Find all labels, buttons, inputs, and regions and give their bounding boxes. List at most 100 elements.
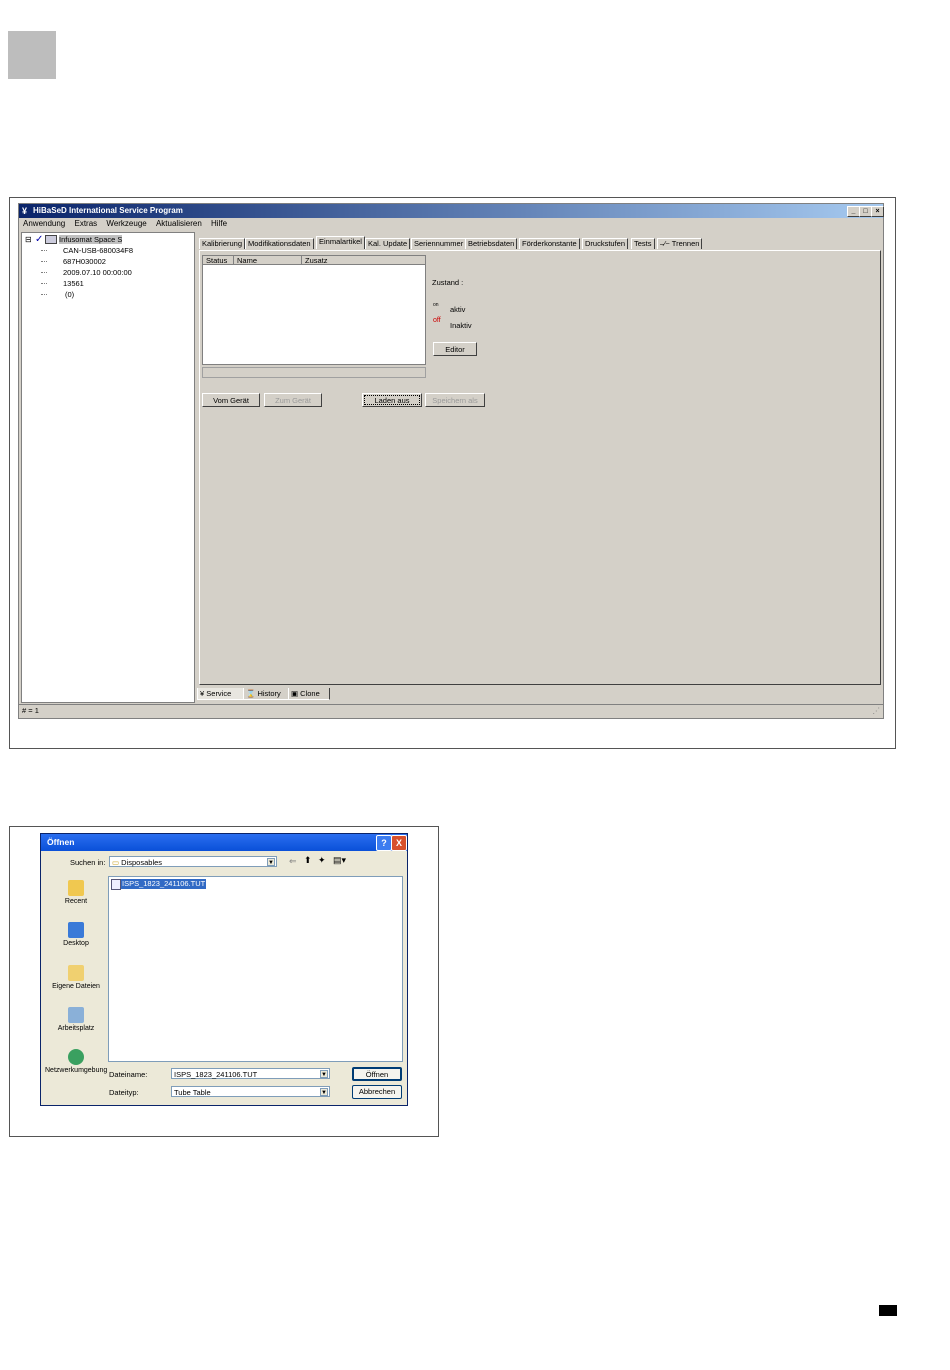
inaktiv-label: Inaktiv (450, 321, 472, 330)
tab-history-label: History (257, 689, 281, 698)
desktop-icon (68, 922, 84, 938)
chevron-down-icon[interactable]: ▼ (267, 858, 275, 866)
cancel-button[interactable]: Abbrechen (352, 1085, 402, 1099)
tree-item-interface[interactable]: CAN-USB-680034F8 (63, 246, 133, 255)
aktiv-label: aktiv (450, 305, 466, 314)
vom-geraet-button[interactable]: Vom Gerät (202, 393, 260, 407)
filetype-chevron-down-icon[interactable]: ▼ (320, 1088, 328, 1096)
off-marker: off (433, 317, 441, 324)
menu-aktualisieren[interactable]: Aktualisieren (156, 219, 202, 228)
view-menu-icon[interactable]: ▤▾ (333, 855, 346, 866)
up-folder-icon[interactable]: ⬆ (304, 855, 312, 866)
service-program-window: ¥ HiBaSeD International Service Program … (18, 203, 884, 719)
tab-modifikationsdaten[interactable]: Modifikationsdaten (245, 238, 314, 249)
history-icon: ⌛ (246, 689, 258, 698)
tab-service[interactable]: ¥ Service (197, 688, 245, 700)
menu-anwendung[interactable]: Anwendung (23, 219, 65, 228)
dialog-titlebar: Öffnen ? X (41, 834, 407, 851)
device-tree[interactable]: ⊟ ✓ Infusomat Space S CAN-USB-680034F8 6… (21, 232, 195, 703)
tree-root[interactable]: Infusomat Space S (59, 235, 123, 244)
file-item[interactable]: ISPS_1823_241106.TUT (121, 879, 207, 889)
corner-marker (8, 31, 56, 79)
tab-clone[interactable]: ▣ Clone (288, 688, 330, 700)
col-zusatz[interactable]: Zusatz (302, 256, 425, 265)
tab-druckstufen[interactable]: Druckstufen (582, 238, 629, 249)
new-folder-icon[interactable]: ✦ (318, 855, 326, 866)
place-desktop-label: Desktop (63, 940, 89, 947)
dialog-title: Öffnen (47, 837, 75, 847)
tree-item-serial[interactable]: 687H030002 (63, 257, 106, 266)
dialog-close-button[interactable]: X (391, 835, 407, 851)
tree-item-number[interactable]: 13561 (63, 279, 84, 288)
menu-hilfe[interactable]: Hilfe (211, 219, 227, 228)
tab-betriebsdaten[interactable]: Betriebsdaten (465, 238, 518, 249)
status-text: # = 1 (22, 706, 39, 715)
network-icon (68, 1049, 84, 1065)
place-my-documents-label: Eigene Dateien (52, 983, 100, 990)
status-bar: # = 1 ⋰ (19, 704, 883, 717)
filename-value: ISPS_1823_241106.TUT (174, 1070, 258, 1079)
disconnect-icon: –⁄~ (660, 239, 672, 248)
help-button[interactable]: ? (376, 835, 392, 851)
place-recent-label: Recent (64, 898, 88, 905)
menu-extras[interactable]: Extras (75, 219, 98, 228)
window-titlebar: ¥ HiBaSeD International Service Program … (19, 204, 884, 218)
tab-kalibrierung[interactable]: Kalibrierung (199, 238, 246, 249)
filetype-label: Dateityp: (109, 1088, 139, 1097)
filetype-value: Tube Table (174, 1088, 211, 1097)
tab-einmalartikel[interactable]: Einmalartikel (316, 236, 365, 249)
look-in-dropdown[interactable]: ▭ Disposables ▼ (109, 856, 277, 867)
editor-button[interactable]: Editor (433, 342, 477, 356)
folder-icon: ▭ (112, 858, 122, 867)
tab-trennen[interactable]: –⁄~ Trennen (657, 238, 703, 249)
resize-grip-icon[interactable]: ⋰ (873, 705, 881, 717)
tab-seriennummer[interactable]: Seriennummer (411, 238, 467, 249)
tab-history[interactable]: ⌛ History (243, 688, 289, 700)
file-list[interactable]: ISPS_1823_241106.TUT (108, 876, 403, 1062)
place-network[interactable]: Netzwerkumgebung (45, 1049, 107, 1074)
menu-bar: Anwendung Extras Werkzeuge Aktualisieren… (19, 218, 883, 230)
look-in-value: Disposables (121, 858, 163, 867)
disposables-list[interactable]: Status Name Zusatz (202, 255, 426, 365)
back-icon[interactable]: ⇐ (289, 856, 297, 867)
filetype-select[interactable]: Tube Table ▼ (171, 1086, 330, 1097)
col-name[interactable]: Name (234, 256, 302, 265)
device-icon (45, 235, 57, 244)
place-desktop[interactable]: Desktop (45, 922, 107, 947)
tree-item-date[interactable]: 2009.07.10 00:00:00 (63, 268, 132, 277)
tab-tests[interactable]: Tests (631, 238, 655, 249)
tree-collapse-icon[interactable]: ⊟ (25, 235, 32, 244)
place-my-computer[interactable]: Arbeitsplatz (45, 1007, 107, 1032)
place-network-label: Netzwerkumgebung (45, 1067, 108, 1074)
open-button[interactable]: Öffnen (352, 1067, 402, 1081)
col-status[interactable]: Status (203, 256, 234, 265)
my-computer-icon (68, 1007, 84, 1023)
filename-label: Dateiname: (109, 1070, 148, 1079)
file-icon (111, 879, 121, 890)
check-icon: ✓ (35, 234, 44, 245)
tree-item-count[interactable]: (0) (65, 290, 74, 299)
tab-kal-update[interactable]: Kal. Update (365, 238, 411, 249)
filename-input[interactable]: ISPS_1823_241106.TUT ▼ (171, 1068, 330, 1079)
speichern-als-button[interactable]: Speichern als (425, 393, 485, 407)
laden-aus-button[interactable]: Laden aus (362, 393, 422, 407)
einmalartikel-panel: Status Name Zusatz Zustand : on aktiv of… (199, 250, 881, 685)
tab-service-label: Service (206, 689, 232, 698)
page-number-box (879, 1305, 897, 1316)
tab-foerderkonstante[interactable]: Förderkonstante (519, 238, 580, 249)
recent-folder-icon (68, 880, 84, 896)
my-documents-icon (68, 965, 84, 981)
menu-werkzeuge[interactable]: Werkzeuge (106, 219, 146, 228)
filename-chevron-down-icon[interactable]: ▼ (320, 1070, 328, 1078)
close-button[interactable]: × (871, 206, 884, 217)
on-marker: on (433, 302, 439, 308)
progress-bar (202, 367, 426, 378)
zum-geraet-button[interactable]: Zum Gerät (264, 393, 322, 407)
place-recent[interactable]: Recent (45, 880, 107, 905)
clone-icon: ▣ (291, 689, 301, 698)
app-icon: ¥ (22, 206, 28, 216)
tab-trennen-label: Trennen (671, 239, 700, 248)
place-my-documents[interactable]: Eigene Dateien (45, 965, 107, 990)
window-title: HiBaSeD International Service Program (33, 206, 183, 215)
places-bar: Recent Desktop Eigene Dateien Arbeitspla… (45, 872, 107, 1100)
